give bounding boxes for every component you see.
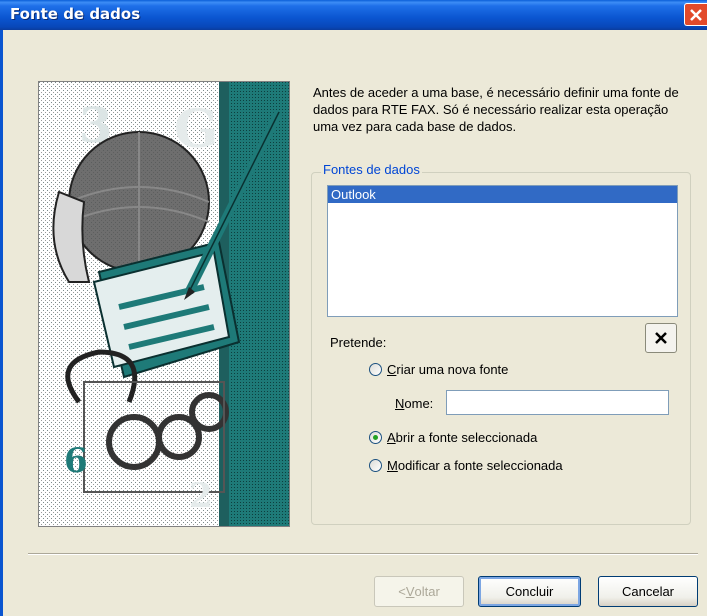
intro-text: Antes de aceder a uma base, é necessário… [313,85,679,134]
radio-create-new[interactable]: Criar uma nova fonte [369,362,508,377]
back-button[interactable]: < Voltar [374,576,464,607]
footer-separator [28,553,698,555]
close-button[interactable] [684,3,707,26]
title-bar[interactable]: Fonte de dados [0,0,707,30]
close-icon [690,8,702,21]
cancel-button[interactable]: Cancelar [598,576,698,607]
radio-modify-selected[interactable]: Modificar a fonte seleccionada [369,458,563,473]
list-item[interactable]: Outlook [328,186,677,203]
svg-text:2: 2 [189,476,213,516]
radio-button[interactable] [369,459,382,472]
delete-source-button[interactable] [645,323,677,353]
data-sources-list[interactable]: Outlook [327,185,678,317]
radio-button-checked[interactable] [369,431,382,444]
finish-button[interactable]: Concluir [478,576,581,607]
radio-create-label: Criar uma nova fonte [387,362,509,377]
radio-modify-label: Modificar a fonte seleccionada [387,458,563,473]
delete-x-icon [655,332,667,344]
window-title: Fonte de dados [10,5,141,23]
name-input[interactable] [446,390,669,415]
radio-open-label: Abrir a fonte seleccionada [387,430,538,445]
radio-button[interactable] [369,363,382,376]
prompt-label: Pretende: [330,335,387,350]
name-label: Nome: [395,396,434,411]
svg-text:6: 6 [64,441,88,481]
radio-open-selected[interactable]: Abrir a fonte seleccionada [369,430,537,445]
group-legend: Fontes de dados [321,162,422,177]
wizard-illustration: 3 G 6 2 [38,81,290,527]
